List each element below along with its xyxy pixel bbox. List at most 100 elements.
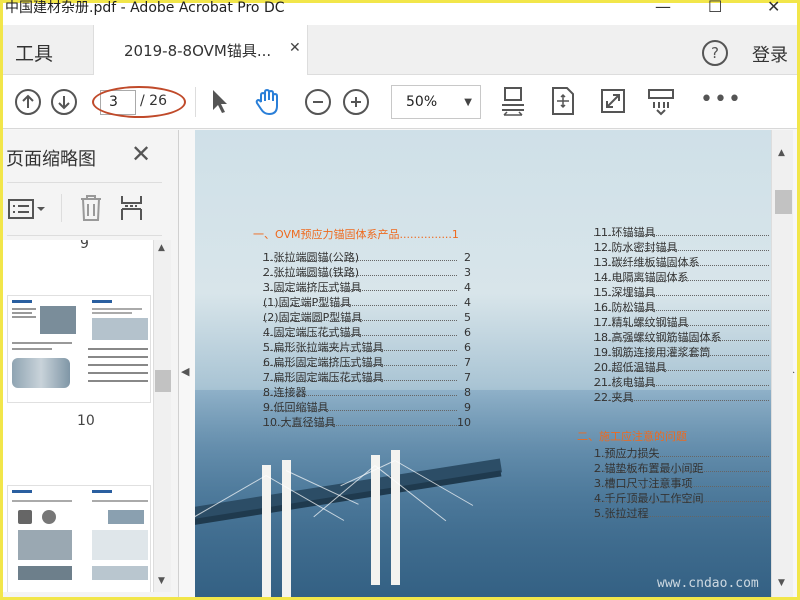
scroll-up-icon[interactable]: ▲ xyxy=(778,148,785,158)
toc-entry-title: 11.环锚锚具 xyxy=(594,226,656,239)
toc-entry[interactable]: 3.槽口尺寸注意事项 xyxy=(594,476,769,491)
toc-right-list-2: 1.预应力损失 2.锚垫板布置最小间距 3.槽口尺寸注意事项 4.千斤顶最小工作空间 5… xyxy=(594,446,769,521)
thumbnail-options-icon[interactable] xyxy=(7,197,47,221)
window-title: 中国建材杂册.pdf - Adobe Acrobat Pro DC xyxy=(5,0,285,16)
toc-entry[interactable]: 16.防松锚具 xyxy=(594,300,769,315)
toc-entry-page: 8 xyxy=(464,386,471,399)
chevron-down-icon: ▼ xyxy=(464,97,472,108)
scroll-down-icon[interactable]: ▼ xyxy=(158,576,165,586)
document-scrollbar[interactable]: ▲ ▼ xyxy=(771,130,793,597)
toc-entry[interactable]: 5.扁形张拉端夹片式锚具 6 xyxy=(263,340,471,355)
toc-entry[interactable]: 1.张拉端圆锚(公路) 2 xyxy=(263,250,471,265)
toc-entry-title: 3.槽口尺寸注意事项 xyxy=(594,477,693,490)
toc-entry-page: 10 xyxy=(457,416,471,429)
toc-entry[interactable]: 5.张拉过程 xyxy=(594,506,769,521)
hand-tool-icon[interactable] xyxy=(253,87,283,117)
fit-width-icon[interactable] xyxy=(500,86,526,118)
thumbnail-page-10[interactable] xyxy=(7,295,151,403)
scroll-thumb[interactable] xyxy=(155,370,171,392)
toc-entry-title: 18.高强螺纹钢筋锚固体系 xyxy=(594,331,722,344)
toc-entry[interactable]: 9.低回缩锚具 9 xyxy=(263,400,471,415)
toc-entry[interactable]: 14.电隔离锚固体系 xyxy=(594,270,769,285)
close-window-button[interactable]: ✕ xyxy=(767,0,780,16)
main-toolbar: 3 / 26 50% ▼ ••• xyxy=(3,75,797,129)
toc-entry-title: 13.碳纤维板锚固体系 xyxy=(594,256,700,269)
login-button[interactable]: 登录 xyxy=(752,41,788,67)
thumbnail-scrollbar[interactable]: ▲ ▼ xyxy=(153,240,171,592)
tab-bar: 工具 2019-8-8OVM锚具... ✕ ? 登录 xyxy=(3,25,797,75)
toc-entry[interactable]: (1)固定端P型锚具 4 xyxy=(263,295,471,310)
toc-entry-title: 14.电隔离锚固体系 xyxy=(594,271,689,284)
toc-entry-page: 4 xyxy=(464,296,471,309)
toc-entry[interactable]: 7.扁形固定端压花式锚具 7 xyxy=(263,370,471,385)
toc-heading-products: 一、OVM预应力锚固体系产品...............1 xyxy=(253,228,459,241)
full-screen-icon[interactable] xyxy=(600,88,626,114)
toc-entry-page: 2 xyxy=(464,251,471,264)
tab-tools[interactable]: 工具 xyxy=(15,39,53,66)
tab-document[interactable]: 2019-8-8OVM锚具... ✕ xyxy=(93,25,308,75)
close-icon[interactable]: ✕ xyxy=(131,140,151,168)
toc-entry[interactable]: 3.固定端挤压式锚具 4 xyxy=(263,280,471,295)
toc-entry[interactable]: 19.钢筋连接用灌浆套筒 xyxy=(594,345,769,360)
toc-entry-title: 16.防松锚具 xyxy=(594,301,656,314)
toc-entry[interactable]: 18.高强螺纹钢筋锚固体系 xyxy=(594,330,769,345)
thumbnail-page-11[interactable] xyxy=(7,485,151,592)
trash-icon[interactable] xyxy=(79,193,103,223)
toc-entry[interactable]: 13.碳纤维板锚固体系 xyxy=(594,255,769,270)
site-watermark: www.cndao.com xyxy=(657,576,759,591)
toc-entry[interactable]: 8.连接器 8 xyxy=(263,385,471,400)
toc-entry[interactable]: (2)固定端圆P型锚具 5 xyxy=(263,310,471,325)
divider xyxy=(61,194,62,222)
help-icon[interactable]: ? xyxy=(702,40,728,66)
close-icon[interactable]: ✕ xyxy=(289,40,301,56)
zoom-in-button[interactable] xyxy=(343,89,369,115)
toc-entry-page: 7 xyxy=(464,371,471,384)
toc-entry[interactable]: 2.张拉端圆锚(铁路) 3 xyxy=(263,265,471,280)
minimize-button[interactable]: — xyxy=(655,0,671,16)
maximize-button[interactable]: ☐ xyxy=(708,0,722,16)
toc-entry[interactable]: 1.预应力损失 xyxy=(594,446,769,461)
scroll-thumb[interactable] xyxy=(775,190,792,214)
document-view[interactable]: 一、OVM预应力锚固体系产品...............1 1.张拉端圆锚(公… xyxy=(195,130,771,597)
plus-icon xyxy=(351,97,361,107)
toc-entry[interactable]: 11.环锚锚具 xyxy=(594,225,769,240)
bridge-pylon xyxy=(262,465,271,597)
toc-entry-title: (1)固定端P型锚具 xyxy=(263,296,352,309)
toc-entry-title: 17.精轧螺纹钢锚具 xyxy=(594,316,689,329)
toc-entry[interactable]: 21.核电锚具 xyxy=(594,375,769,390)
toc-entry[interactable]: 6.扁形固定端挤压式锚具 7 xyxy=(263,355,471,370)
toc-entry[interactable]: 17.精轧螺纹钢锚具 xyxy=(594,315,769,330)
toc-entry[interactable]: 15.深埋锚具 xyxy=(594,285,769,300)
thumbnail-list: 9 10 xyxy=(3,240,153,592)
previous-page-button[interactable] xyxy=(15,89,41,115)
select-cursor-icon[interactable] xyxy=(210,88,230,116)
bridge-pylon xyxy=(371,455,380,585)
toc-entry-title: (2)固定端圆P型锚具 xyxy=(263,311,363,324)
toolbar-divider xyxy=(195,87,196,117)
next-page-button[interactable] xyxy=(51,89,77,115)
toc-entry-title: 2.张拉端圆锚(铁路) xyxy=(263,266,360,279)
toc-entry[interactable]: 2.锚垫板布置最小间距 xyxy=(594,461,769,476)
scroll-up-icon[interactable]: ▲ xyxy=(158,243,165,253)
scroll-down-icon[interactable]: ▼ xyxy=(778,578,785,588)
zoom-level-select[interactable]: 50% ▼ xyxy=(391,85,481,119)
toc-entry[interactable]: 4.固定端压花式锚具 6 xyxy=(263,325,471,340)
toc-entry-title: 22.夹具 xyxy=(594,391,634,404)
toc-entry[interactable]: 10.大直径锚具 10 xyxy=(263,415,471,430)
toc-entry-page: 3 xyxy=(464,266,471,279)
toc-entry[interactable]: 22.夹具 xyxy=(594,390,769,405)
read-mode-icon[interactable] xyxy=(647,88,675,116)
window-titlebar: 中国建材杂册.pdf - Adobe Acrobat Pro DC — ☐ ✕ xyxy=(3,0,797,25)
toc-entry[interactable]: 12.防水密封锚具 xyxy=(594,240,769,255)
more-options-icon[interactable]: ••• xyxy=(700,87,742,112)
insert-page-icon[interactable] xyxy=(119,193,149,223)
toc-entry[interactable]: 4.千斤顶最小工作空间 xyxy=(594,491,769,506)
toc-entry-title: 21.核电锚具 xyxy=(594,376,656,389)
zoom-out-button[interactable] xyxy=(305,89,331,115)
pane-divider xyxy=(7,235,162,236)
zoom-level-value: 50% xyxy=(406,94,438,110)
fit-page-icon[interactable] xyxy=(550,86,576,116)
collapse-pane-icon[interactable]: ◀ xyxy=(181,365,189,378)
toc-entry-page: 5 xyxy=(464,311,471,324)
toc-entry[interactable]: 20.超低温锚具 xyxy=(594,360,769,375)
